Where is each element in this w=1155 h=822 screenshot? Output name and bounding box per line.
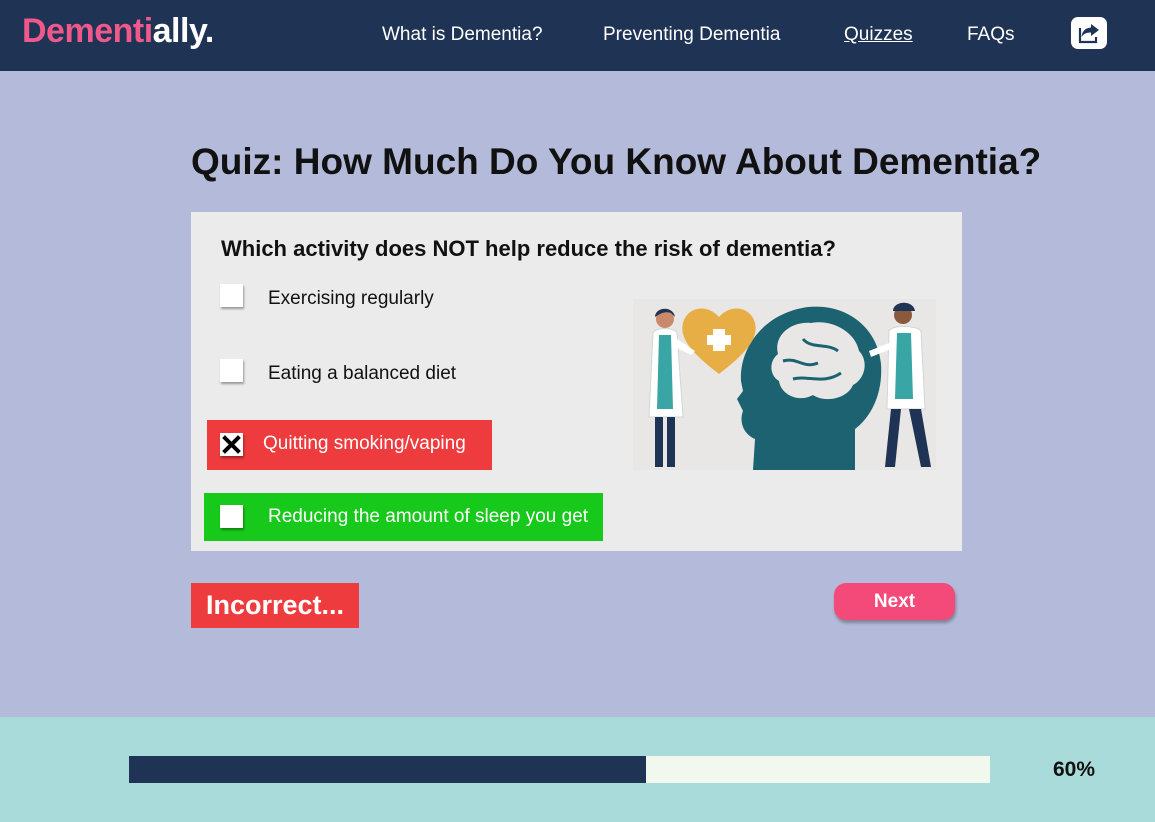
- logo-part-1: Dementi: [22, 12, 153, 50]
- question-card: Which activity does NOT help reduce the …: [191, 212, 962, 551]
- progress-bar: [129, 756, 990, 783]
- site-logo[interactable]: Dementially.: [22, 12, 214, 51]
- progress-footer: 60%: [0, 717, 1155, 822]
- next-button[interactable]: Next: [834, 583, 955, 620]
- answer-label: Quitting smoking/vaping: [263, 433, 466, 454]
- progress-bar-fill: [129, 756, 646, 783]
- quiz-title: Quiz: How Much Do You Know About Dementi…: [191, 141, 1042, 182]
- nav-what-is-dementia[interactable]: What is Dementia?: [382, 24, 543, 46]
- checkbox[interactable]: [220, 505, 243, 528]
- checkbox[interactable]: [220, 359, 243, 382]
- answer-label: Reducing the amount of sleep you get: [268, 506, 589, 527]
- progress-percent: 60%: [1053, 758, 1096, 781]
- share-button[interactable]: [1071, 17, 1107, 49]
- answer-option-3-selected-incorrect[interactable]: Quitting smoking/vaping: [207, 420, 492, 470]
- checkbox[interactable]: [220, 284, 243, 307]
- answer-option-4-correct[interactable]: Reducing the amount of sleep you get: [204, 493, 603, 541]
- feedback-badge: Incorrect...: [191, 583, 359, 628]
- checkbox-checked[interactable]: [220, 433, 243, 456]
- nav-preventing-dementia[interactable]: Preventing Dementia: [603, 24, 780, 46]
- question-text: Which activity does NOT help reduce the …: [221, 236, 836, 261]
- top-nav-bar: Dementially. What is Dementia? Preventin…: [0, 0, 1155, 71]
- share-icon: [1078, 24, 1099, 44]
- logo-part-2: ally.: [152, 12, 215, 50]
- doctors-brain-heart-illustration: [633, 299, 936, 470]
- x-mark-icon: [222, 435, 241, 454]
- answer-label: Exercising regularly: [268, 288, 434, 309]
- nav-faqs[interactable]: FAQs: [967, 24, 1015, 46]
- answer-option-1[interactable]: Exercising regularly: [209, 280, 609, 320]
- answer-option-2[interactable]: Eating a balanced diet: [209, 355, 609, 395]
- answer-label: Eating a balanced diet: [268, 363, 457, 384]
- nav-quizzes[interactable]: Quizzes: [844, 24, 913, 46]
